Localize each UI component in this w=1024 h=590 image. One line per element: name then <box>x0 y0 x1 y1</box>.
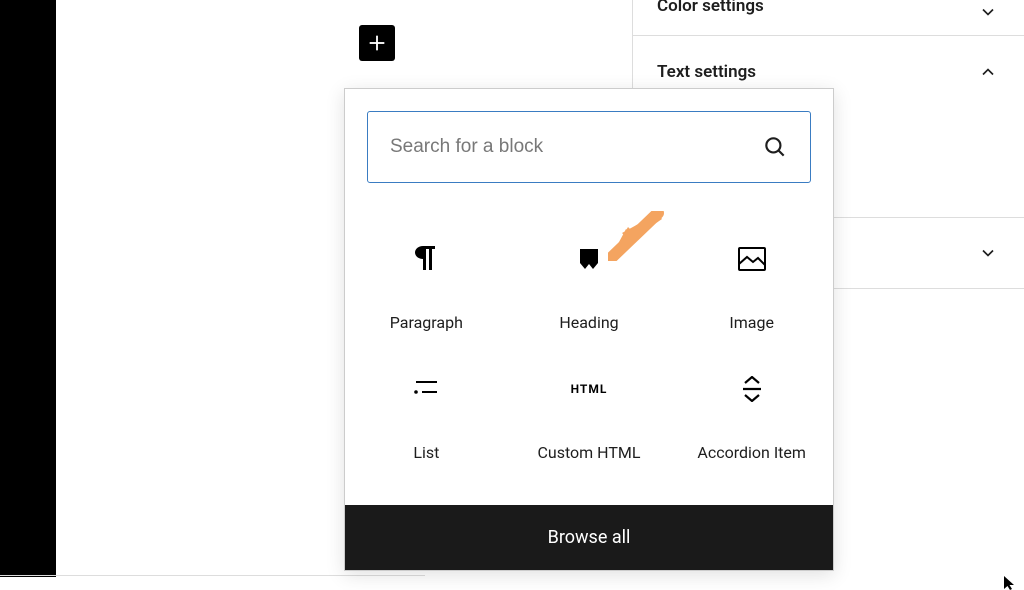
heading-icon <box>575 245 603 273</box>
block-label: List <box>413 443 439 462</box>
block-label: Custom HTML <box>537 443 640 462</box>
block-inserter-popover: Paragraph Heading Image <box>344 88 834 571</box>
block-label: Heading <box>559 313 618 332</box>
block-paragraph[interactable]: Paragraph <box>345 223 508 353</box>
block-label: Accordion Item <box>697 443 806 462</box>
accordion-icon <box>738 375 766 403</box>
panel-title: Text settings <box>657 62 756 82</box>
block-image[interactable]: Image <box>670 223 833 353</box>
panel-color-settings[interactable]: Color settings <box>633 0 1024 36</box>
block-grid: Paragraph Heading Image <box>345 205 833 505</box>
chevron-down-icon <box>976 0 1000 24</box>
block-search-input[interactable] <box>390 136 762 158</box>
block-search-field[interactable] <box>367 111 811 183</box>
cursor-icon <box>1004 576 1018 590</box>
search-icon <box>762 134 788 160</box>
html-icon: HTML <box>575 375 603 403</box>
list-icon <box>412 375 440 403</box>
block-list[interactable]: List <box>345 353 508 483</box>
divider <box>0 575 425 576</box>
block-custom-html[interactable]: HTML Custom HTML <box>508 353 671 483</box>
image-icon <box>738 245 766 273</box>
chevron-up-icon <box>976 60 1000 84</box>
add-block-button[interactable] <box>359 25 395 61</box>
block-label: Paragraph <box>390 313 463 332</box>
paragraph-icon <box>412 245 440 273</box>
block-heading[interactable]: Heading <box>508 223 671 353</box>
chevron-down-icon <box>976 241 1000 265</box>
browse-all-button[interactable]: Browse all <box>345 505 833 570</box>
panel-title: Color settings <box>657 0 764 16</box>
left-sidebar-strip <box>0 0 56 577</box>
block-accordion-item[interactable]: Accordion Item <box>670 353 833 483</box>
block-label: Image <box>729 313 774 332</box>
plus-icon <box>366 32 388 54</box>
